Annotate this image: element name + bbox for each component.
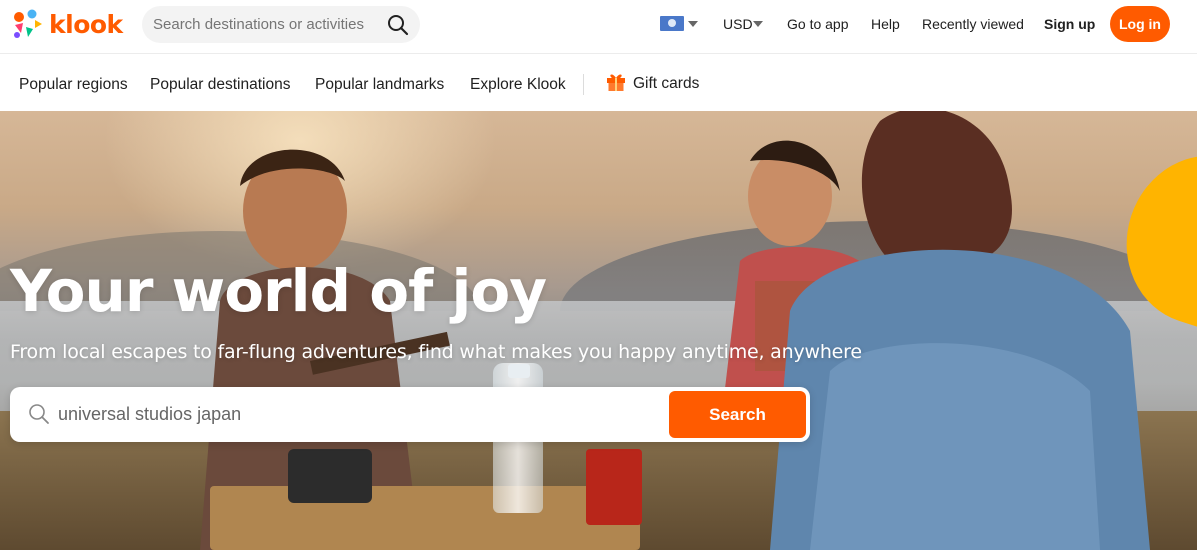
- hero-person-image: [770, 111, 1150, 550]
- chevron-down-icon[interactable]: [688, 21, 698, 27]
- nav-popular-regions[interactable]: Popular regions: [19, 76, 128, 94]
- search-icon: [29, 404, 49, 424]
- klook-logo[interactable]: klook: [9, 7, 129, 41]
- picnic-table: [210, 486, 640, 550]
- flag-icon[interactable]: [660, 16, 684, 31]
- category-navigation: Popular regions Popular destinations Pop…: [0, 55, 1197, 111]
- hero-subtitle: From local escapes to far-flung adventur…: [10, 341, 862, 363]
- go-to-app-link[interactable]: Go to app: [787, 16, 849, 32]
- currency-selector[interactable]: USD: [723, 16, 753, 32]
- nav-popular-landmarks[interactable]: Popular landmarks: [315, 76, 444, 94]
- gift-icon: [607, 74, 625, 91]
- hero-title: Your world of joy: [10, 257, 547, 325]
- recently-viewed-link[interactable]: Recently viewed: [922, 16, 1024, 32]
- search-button[interactable]: Search: [669, 391, 806, 438]
- sign-up-link[interactable]: Sign up: [1044, 16, 1095, 32]
- nav-gift-cards[interactable]: Gift cards: [633, 75, 699, 93]
- bottle-cap: [508, 364, 530, 378]
- hero-banner: Your world of joy From local escapes to …: [0, 111, 1197, 550]
- hero-search-box: Search: [10, 387, 810, 442]
- header-search-placeholder: Search destinations or activities: [153, 16, 364, 33]
- hero-search-input[interactable]: [58, 399, 658, 429]
- search-icon[interactable]: [387, 14, 409, 36]
- chevron-down-icon[interactable]: [753, 21, 763, 27]
- nav-explore-klook[interactable]: Explore Klook: [470, 76, 566, 94]
- header-search-box[interactable]: Search destinations or activities: [142, 6, 420, 43]
- nav-popular-destinations[interactable]: Popular destinations: [150, 76, 290, 94]
- nav-divider: [583, 74, 584, 95]
- camera-prop: [288, 449, 372, 503]
- top-navigation-bar: klook Search destinations or activities …: [0, 0, 1197, 54]
- red-cup-prop: [586, 449, 642, 525]
- log-in-button[interactable]: Log in: [1110, 6, 1170, 42]
- klook-logo-icon: [14, 9, 42, 38]
- help-link[interactable]: Help: [871, 16, 900, 32]
- brand-name: klook: [49, 9, 123, 39]
